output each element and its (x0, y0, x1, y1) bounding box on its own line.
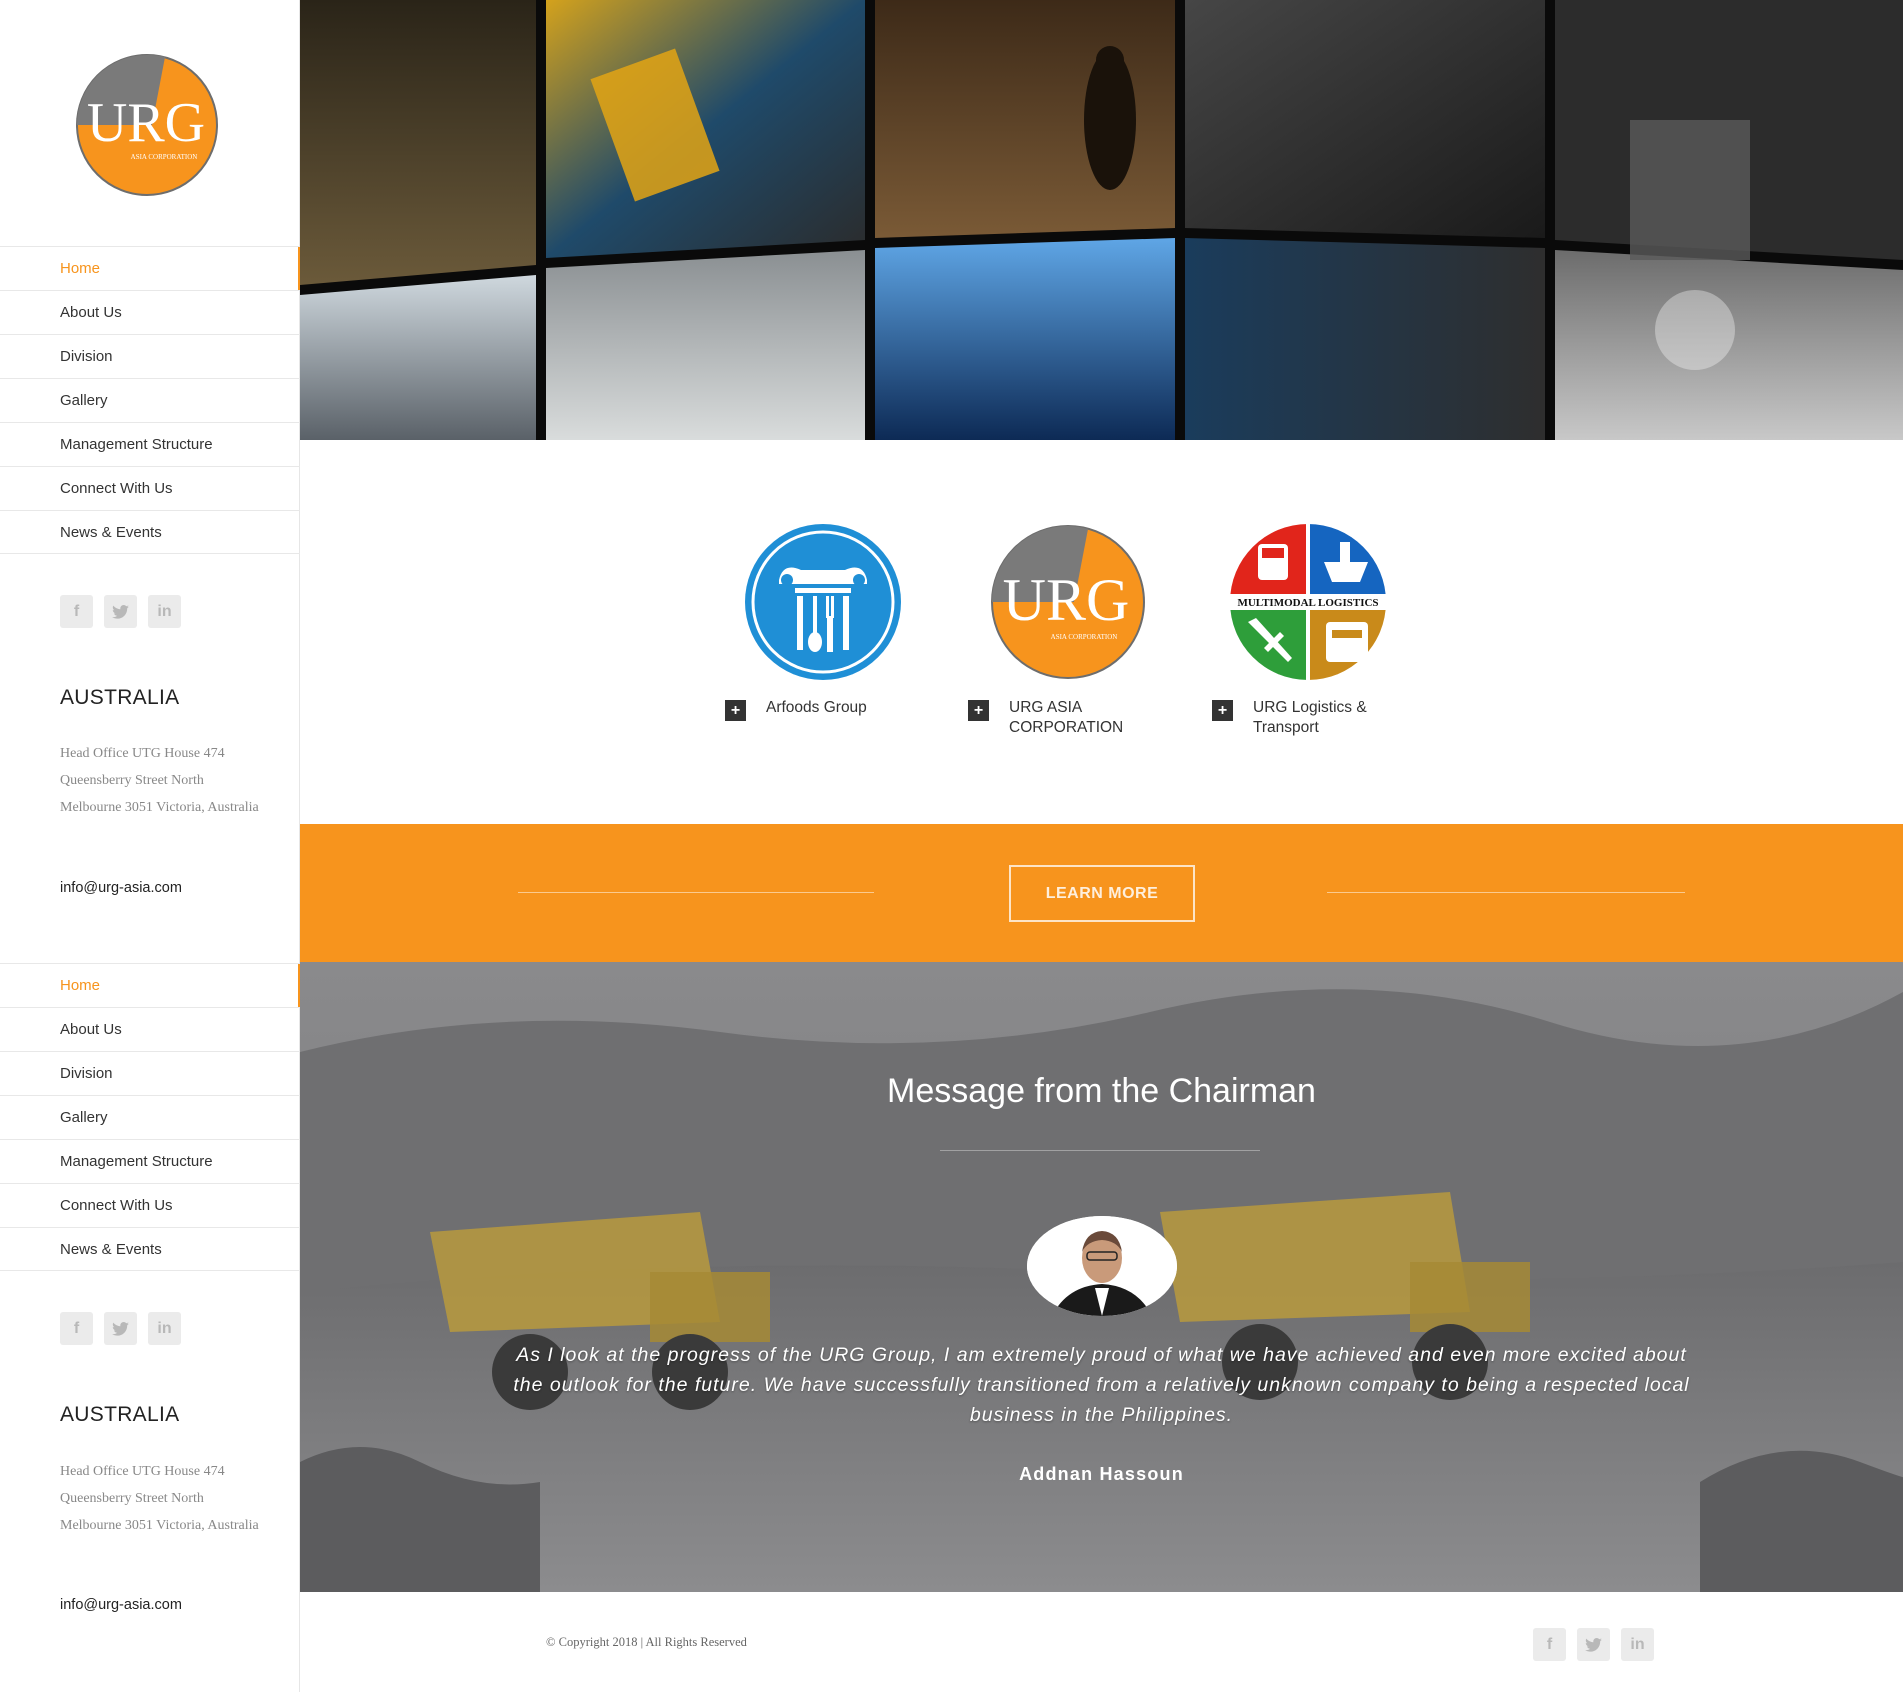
nav-item-division[interactable]: Division (0, 334, 300, 378)
band-divider-right (1327, 892, 1685, 893)
band-divider-left (518, 892, 874, 893)
multimodal-logistics-icon: MULTIMODAL LOGISTICS (1228, 522, 1388, 682)
footer: © Copyright 2018 | All Rights Reserved f… (300, 1592, 1903, 1692)
sidebar-socials-secondary: f in (60, 1312, 181, 1345)
chairman-avatar (1027, 1216, 1177, 1316)
twitter-icon[interactable] (1577, 1628, 1610, 1661)
nav-item-news-events[interactable]: News & Events (0, 1227, 300, 1271)
nav-item-management-structure[interactable]: Management Structure (0, 1139, 300, 1183)
facebook-icon[interactable]: f (60, 1312, 93, 1345)
nav-item-news-events[interactable]: News & Events (0, 510, 300, 554)
nav-item-connect-with-us[interactable]: Connect With Us (0, 466, 300, 510)
sidebar-socials: f in (60, 595, 181, 628)
learn-more-band: LEARN MORE (300, 824, 1903, 962)
facebook-icon[interactable]: f (60, 595, 93, 628)
footer-socials: f in (1533, 1628, 1654, 1661)
urg-logo-icon: URG ASIA CORPORATION (988, 522, 1148, 682)
division-name[interactable]: Arfoods Group (766, 698, 906, 718)
chairman-title: Message from the Chairman (887, 1072, 1316, 1110)
svg-text:ASIA CORPORATION: ASIA CORPORATION (131, 153, 198, 161)
plus-icon[interactable]: + (968, 700, 989, 721)
nav-item-division[interactable]: Division (0, 1051, 300, 1095)
twitter-icon[interactable] (104, 595, 137, 628)
division-label: + URG ASIA CORPORATION (968, 698, 1149, 738)
hero-collage-image (300, 0, 1903, 440)
chairman-name: Addnan Hassoun (1019, 1464, 1184, 1484)
twitter-icon[interactable] (104, 1312, 137, 1345)
linkedin-icon[interactable]: in (148, 595, 181, 628)
nav-item-gallery[interactable]: Gallery (0, 1095, 300, 1139)
title-separator (940, 1150, 1260, 1151)
nav-item-about-us[interactable]: About Us (0, 1007, 300, 1051)
svg-text:URG: URG (87, 92, 205, 154)
nav-item-about-us[interactable]: About Us (0, 290, 300, 334)
svg-text:URG: URG (1003, 567, 1130, 633)
plus-icon[interactable]: + (725, 700, 746, 721)
nav-item-gallery[interactable]: Gallery (0, 378, 300, 422)
chairman-section: Message from the Chairman As I look at t… (300, 962, 1903, 1592)
address-text: Head Office UTG House 474 Queensberry St… (60, 746, 259, 815)
plus-icon[interactable]: + (1212, 700, 1233, 721)
primary-nav: Home About Us Division Gallery Managemen… (0, 246, 301, 554)
division-label: + URG Logistics & Transport (1212, 698, 1393, 738)
division-label: + Arfoods Group (725, 698, 906, 721)
linkedin-icon[interactable]: in (1621, 1628, 1654, 1661)
pillar-fork-knife-icon (743, 522, 903, 682)
copyright-text: © Copyright 2018 | All Rights Reserved (546, 1635, 747, 1649)
division-name[interactable]: URG ASIA CORPORATION (1009, 698, 1149, 738)
svg-text:ASIA CORPORATION: ASIA CORPORATION (1051, 633, 1118, 641)
nav-item-home[interactable]: Home (0, 246, 301, 290)
urg-logo[interactable]: URG ASIA CORPORATION (72, 46, 222, 204)
secondary-nav: Home About Us Division Gallery Managemen… (0, 963, 301, 1271)
email-link[interactable]: info@urg-asia.com (60, 1597, 182, 1613)
country-heading: AUSTRALIA (60, 1403, 180, 1426)
division-name[interactable]: URG Logistics & Transport (1253, 698, 1393, 738)
address-text: Head Office UTG House 474 Queensberry St… (60, 1464, 259, 1533)
svg-text:MULTIMODAL LOGISTICS: MULTIMODAL LOGISTICS (1237, 597, 1378, 609)
learn-more-button[interactable]: LEARN MORE (1009, 865, 1195, 922)
chairman-quote: As I look at the progress of the URG Gro… (513, 1344, 1690, 1426)
linkedin-icon[interactable]: in (148, 1312, 181, 1345)
nav-item-connect-with-us[interactable]: Connect With Us (0, 1183, 300, 1227)
sidebar: URG ASIA CORPORATION Home About Us Divis… (0, 0, 301, 1692)
hero-banner (300, 0, 1903, 440)
nav-item-management-structure[interactable]: Management Structure (0, 422, 300, 466)
country-heading: AUSTRALIA (60, 686, 180, 709)
nav-item-home[interactable]: Home (0, 963, 301, 1007)
email-link[interactable]: info@urg-asia.com (60, 880, 182, 896)
facebook-icon[interactable]: f (1533, 1628, 1566, 1661)
divisions-section: + Arfoods Group URG ASIA CORPORATION + U… (300, 440, 1903, 824)
